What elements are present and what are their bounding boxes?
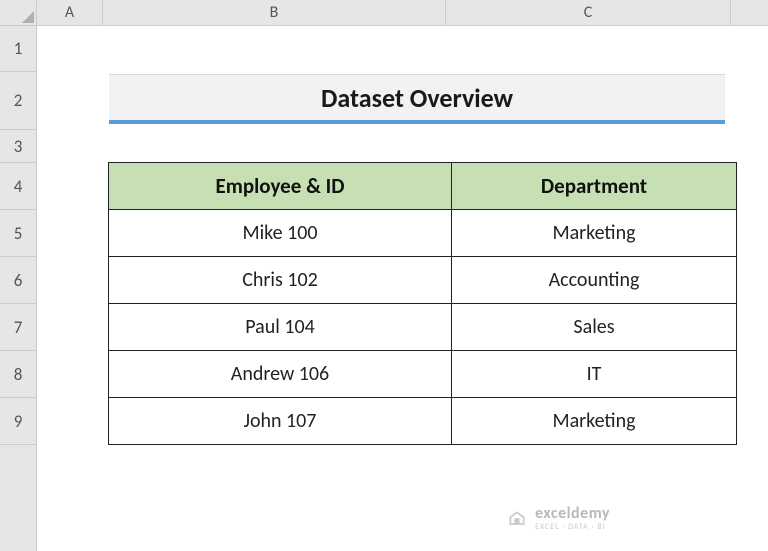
row-header-3[interactable]: 3 — [0, 130, 37, 163]
table-header-label: Department — [541, 173, 647, 199]
table-cell-value: Sales — [573, 315, 614, 339]
row-label: 4 — [14, 176, 23, 197]
table-cell[interactable]: Marketing — [451, 209, 737, 257]
row-header-blank2[interactable] — [0, 492, 37, 551]
row-label: 9 — [14, 411, 23, 432]
table-cell-value: Marketing — [552, 409, 635, 433]
watermark: exceldemy EXCEL · DATA · BI — [507, 506, 610, 531]
table-cell[interactable]: John 107 — [108, 397, 452, 445]
table-header-label: Employee & ID — [216, 173, 345, 199]
table-cell[interactable]: Mike 100 — [108, 209, 452, 257]
row-label: 3 — [14, 136, 23, 157]
table-header-department[interactable]: Department — [451, 162, 737, 210]
column-label: A — [65, 3, 74, 22]
row-label: 5 — [14, 223, 23, 244]
watermark-text: exceldemy EXCEL · DATA · BI — [535, 506, 610, 531]
table-cell[interactable]: Chris 102 — [108, 256, 452, 304]
select-all-corner[interactable] — [0, 0, 37, 26]
row-label: 6 — [14, 270, 23, 291]
column-header-blank[interactable] — [731, 0, 768, 26]
table-cell-value: Mike 100 — [242, 221, 317, 245]
table-cell-value: Paul 104 — [245, 315, 315, 339]
row-header-blank[interactable] — [0, 445, 37, 492]
column-label: B — [270, 3, 279, 22]
exceldemy-logo-icon — [507, 509, 527, 529]
table-cell-value: Accounting — [549, 268, 640, 292]
row-label: 1 — [14, 38, 23, 59]
row-header-5[interactable]: 5 — [0, 210, 37, 257]
row-header-4[interactable]: 4 — [0, 163, 37, 210]
table-cell[interactable]: Paul 104 — [108, 303, 452, 351]
table-cell-value: IT — [587, 362, 602, 386]
table-cell-value: John 107 — [244, 409, 317, 433]
table-cell[interactable]: Sales — [451, 303, 737, 351]
row-header-7[interactable]: 7 — [0, 304, 37, 351]
watermark-brand: exceldemy — [535, 506, 610, 522]
column-header-c[interactable]: C — [446, 0, 731, 26]
select-all-icon — [22, 11, 34, 23]
page-title[interactable]: Dataset Overview — [109, 74, 725, 124]
data-table: Employee & ID Department Mike 100 Market… — [103, 163, 731, 445]
table-cell[interactable]: Accounting — [451, 256, 737, 304]
row-header-2[interactable]: 2 — [0, 72, 37, 130]
row-label: 2 — [14, 90, 23, 111]
row-label: 7 — [14, 317, 23, 338]
table-header-employee[interactable]: Employee & ID — [108, 162, 452, 210]
row-header-6[interactable]: 6 — [0, 257, 37, 304]
row-label: 8 — [14, 364, 23, 385]
spreadsheet-grid: A B C 1 2 3 4 5 6 7 8 9 Dataset Overview… — [0, 0, 768, 551]
row-header-9[interactable]: 9 — [0, 398, 37, 445]
column-header-a[interactable]: A — [37, 0, 103, 26]
column-header-b[interactable]: B — [103, 0, 446, 26]
table-cell[interactable]: IT — [451, 350, 737, 398]
table-cell-value: Andrew 106 — [231, 362, 329, 386]
table-cell[interactable]: Andrew 106 — [108, 350, 452, 398]
table-cell-value: Chris 102 — [242, 268, 318, 292]
table-cell-value: Marketing — [552, 221, 635, 245]
row-header-1[interactable]: 1 — [0, 26, 37, 72]
row-header-8[interactable]: 8 — [0, 351, 37, 398]
table-cell[interactable]: Marketing — [451, 397, 737, 445]
page-title-text: Dataset Overview — [321, 82, 513, 114]
watermark-tag: EXCEL · DATA · BI — [535, 523, 610, 531]
column-label: C — [584, 3, 593, 22]
